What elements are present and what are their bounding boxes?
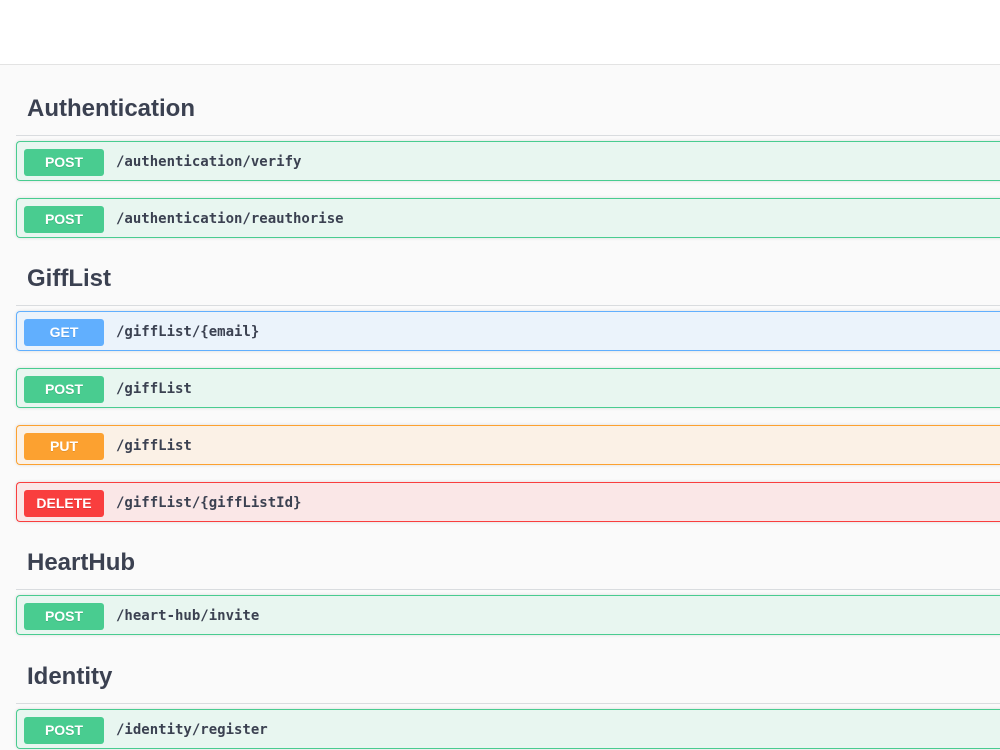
operation-path: /giffList/{giffListId} bbox=[116, 495, 302, 511]
operation-path: /giffList bbox=[116, 438, 192, 454]
tag-title-gifflist[interactable]: GiffList bbox=[27, 265, 111, 293]
section-divider bbox=[16, 703, 1000, 704]
operation-get-gifflist-email[interactable]: GET /giffList/{email} bbox=[16, 311, 1000, 351]
method-badge-post: POST bbox=[24, 206, 104, 233]
tag-title-identity[interactable]: Identity bbox=[27, 663, 112, 691]
section-divider bbox=[16, 135, 1000, 136]
operation-path: /heart-hub/invite bbox=[116, 608, 260, 624]
method-badge-post: POST bbox=[24, 717, 104, 744]
operation-path: /giffList bbox=[116, 381, 192, 397]
tag-title-authentication[interactable]: Authentication bbox=[27, 95, 195, 123]
method-badge-post: POST bbox=[24, 603, 104, 630]
tag-title-hearthub[interactable]: HeartHub bbox=[27, 549, 135, 577]
section-divider bbox=[16, 589, 1000, 590]
operation-path: /identity/register bbox=[116, 722, 268, 738]
operation-path: /giffList/{email} bbox=[116, 324, 260, 340]
operation-delete-gifflist-id[interactable]: DELETE /giffList/{giffListId} bbox=[16, 482, 1000, 522]
method-badge-post: POST bbox=[24, 376, 104, 403]
method-badge-post: POST bbox=[24, 149, 104, 176]
method-badge-put: PUT bbox=[24, 433, 104, 460]
method-badge-delete: DELETE bbox=[24, 490, 104, 517]
operation-post-heart-hub-invite[interactable]: POST /heart-hub/invite bbox=[16, 595, 1000, 635]
operation-put-gifflist[interactable]: PUT /giffList bbox=[16, 425, 1000, 465]
operation-post-authentication-reauthorise[interactable]: POST /authentication/reauthorise bbox=[16, 198, 1000, 238]
operation-path: /authentication/reauthorise bbox=[116, 211, 344, 227]
api-operations-list: Authentication POST /authentication/veri… bbox=[0, 65, 1000, 750]
operation-post-gifflist[interactable]: POST /giffList bbox=[16, 368, 1000, 408]
method-badge-get: GET bbox=[24, 319, 104, 346]
section-divider bbox=[16, 305, 1000, 306]
top-bar bbox=[0, 0, 1000, 65]
operation-post-authentication-verify[interactable]: POST /authentication/verify bbox=[16, 141, 1000, 181]
operation-post-identity-register[interactable]: POST /identity/register bbox=[16, 709, 1000, 749]
operation-path: /authentication/verify bbox=[116, 154, 302, 170]
